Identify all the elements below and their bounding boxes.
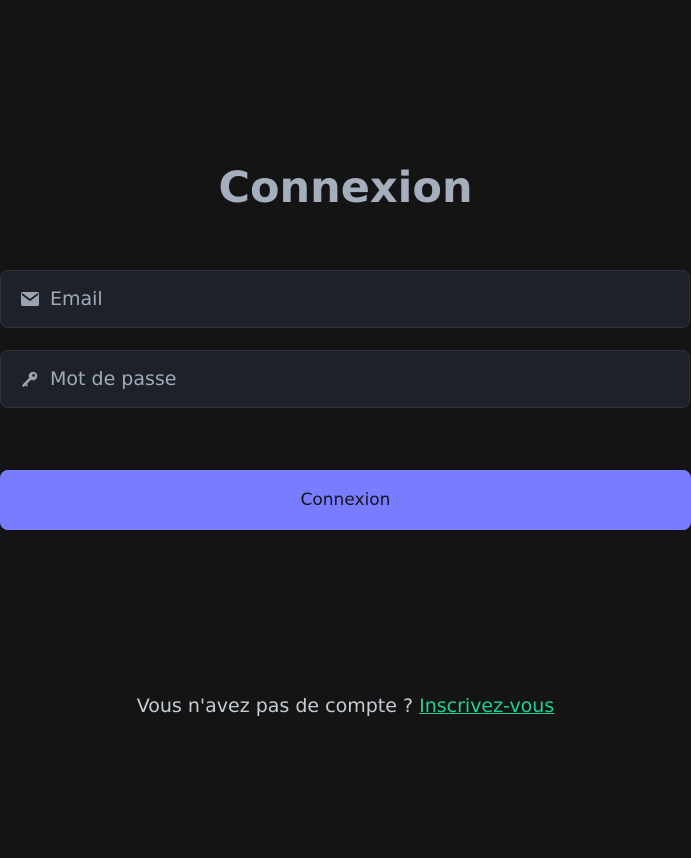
login-page: Connexion Connexion Vous n'avez pas de c… [0,0,691,858]
key-icon [21,370,39,388]
email-input[interactable] [50,271,689,327]
email-field-container[interactable] [0,270,690,328]
password-input[interactable] [50,351,689,407]
signup-prompt: Vous n'avez pas de compte ? Inscrivez-vo… [0,692,691,720]
envelope-icon [21,290,39,308]
password-field-container[interactable] [0,350,690,408]
page-title: Connexion [218,163,473,213]
signup-prompt-text: Vous n'avez pas de compte ? [136,695,414,717]
login-button[interactable]: Connexion [0,470,691,530]
signup-link[interactable]: Inscrivez-vous [419,695,554,717]
